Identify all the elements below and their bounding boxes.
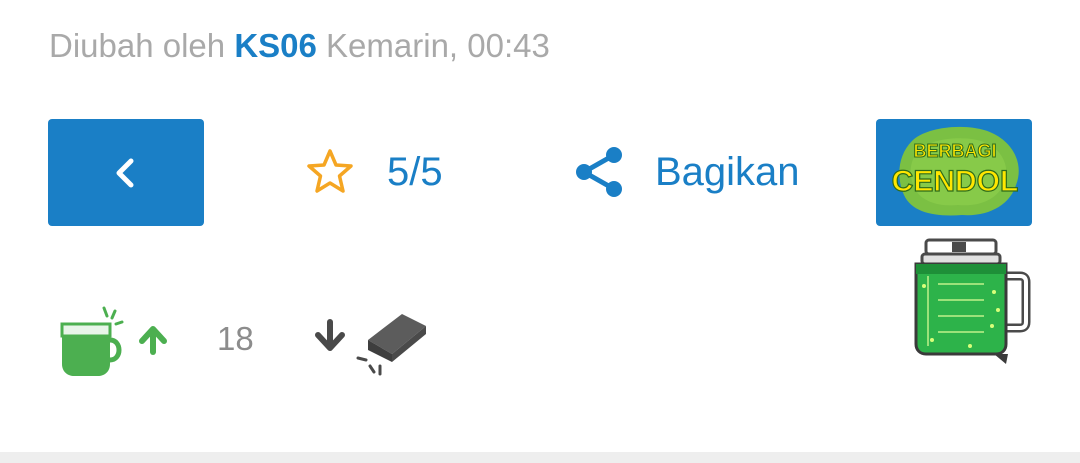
edited-time: Kemarin, 00:43	[326, 27, 550, 64]
downvote-button[interactable]	[310, 308, 432, 380]
chevron-left-icon	[116, 158, 134, 187]
editor-username[interactable]: KS06	[234, 27, 317, 64]
rating-button[interactable]: 5/5	[305, 140, 443, 204]
cendol-jar-image	[908, 236, 1032, 366]
edited-prefix: Diubah oleh	[49, 27, 226, 64]
cendol-badge-icon: BERBAGI CENDOL	[891, 126, 1019, 216]
vote-count: 18	[217, 320, 254, 357]
cendol-jar-icon	[914, 238, 1031, 364]
rating-value: 5/5	[387, 149, 443, 194]
star-outline-icon	[307, 149, 353, 193]
upvote-button[interactable]	[58, 302, 176, 378]
cendol-badge-line2: CENDOL	[892, 165, 1019, 198]
share-icon	[576, 147, 622, 197]
cup-arrow-up-icon	[60, 306, 167, 376]
bottom-divider	[0, 452, 1080, 463]
back-button[interactable]	[48, 119, 204, 226]
edited-info: Diubah oleh KS06 Kemarin, 00:43	[49, 27, 550, 65]
eraser-arrow-down-icon	[315, 314, 426, 376]
share-label: Bagikan	[655, 149, 800, 194]
cendol-badge-line1: BERBAGI	[913, 141, 996, 161]
share-button[interactable]: Bagikan	[573, 140, 800, 204]
give-cendol-button[interactable]: BERBAGI CENDOL	[876, 119, 1032, 226]
